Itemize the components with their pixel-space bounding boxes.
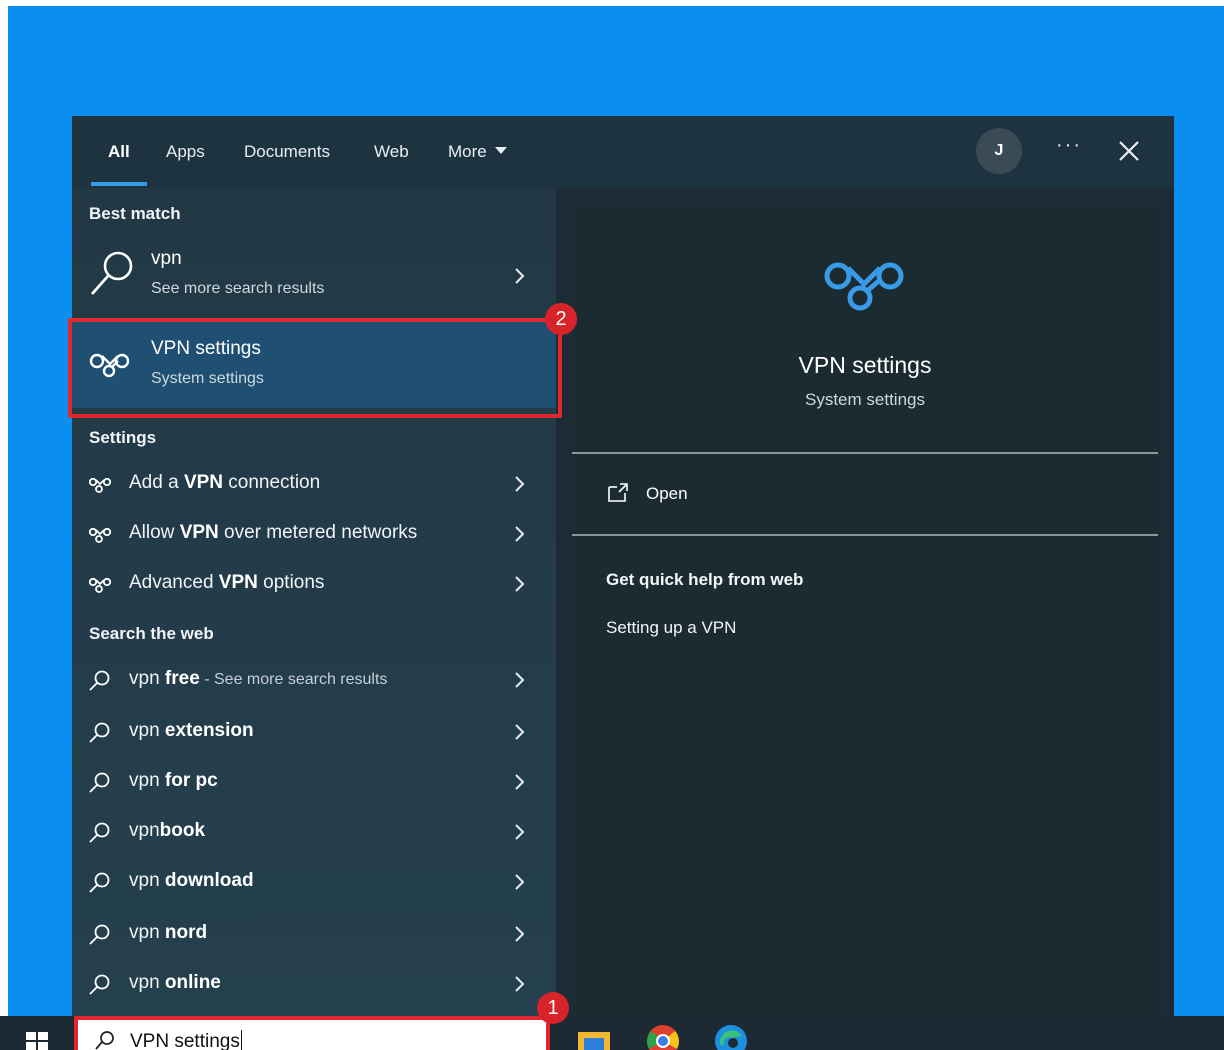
vpn-icon	[88, 577, 112, 593]
vpn-icon	[88, 527, 112, 543]
file-explorer-icon[interactable]	[578, 1028, 610, 1050]
text-cursor	[240, 1030, 242, 1050]
vpn-icon	[89, 353, 130, 378]
chevron-right-icon	[515, 476, 525, 492]
best-match-heading: Best match	[89, 204, 181, 223]
chevron-right-icon	[515, 774, 525, 790]
web-suggestion-item[interactable]: vpn free - See more search results	[72, 656, 556, 706]
web-suggestion-label: vpn free - See more search results	[129, 668, 388, 689]
web-suggestion-label: vpn download	[129, 870, 254, 891]
search-icon	[95, 1031, 114, 1050]
web-suggestion-label: vpn online	[129, 972, 221, 993]
result-title: vpn	[151, 248, 182, 269]
settings-item-allow-vpn-metered[interactable]: Allow VPN over metered networks	[72, 510, 556, 560]
active-tab-indicator	[91, 182, 147, 186]
settings-heading: Settings	[89, 428, 157, 447]
open-label: Open	[646, 484, 688, 503]
web-suggestion-item[interactable]: vpnbook	[72, 808, 556, 858]
settings-item-add-vpn[interactable]: Add a VPN connection	[72, 460, 556, 510]
preview-header: VPN settings System settings	[572, 206, 1158, 452]
annotation-badge-1: 1	[537, 992, 569, 1024]
best-match-web-result[interactable]: vpn See more search results	[72, 232, 556, 318]
tab-apps[interactable]: Apps	[166, 142, 205, 162]
caret-down-icon	[494, 147, 507, 154]
tab-more[interactable]: More	[448, 142, 507, 162]
chevron-right-icon	[515, 576, 525, 592]
web-suggestion-item[interactable]: vpn nord	[72, 910, 556, 960]
web-suggestion-label: vpn for pc	[129, 770, 218, 791]
taskbar-search-box[interactable]: VPN settings	[74, 1016, 550, 1050]
search-icon	[89, 974, 110, 995]
annotation-badge-2: 2	[545, 303, 577, 335]
settings-item-label: Advanced VPN options	[129, 572, 325, 593]
tab-all[interactable]: All	[108, 142, 130, 162]
web-suggestion-label: vpn nord	[129, 922, 208, 943]
result-subtitle: System settings	[151, 370, 264, 387]
chevron-right-icon	[515, 824, 525, 840]
search-input[interactable]: VPN settings	[130, 1030, 242, 1050]
chevron-right-icon	[515, 976, 525, 992]
web-suggestion-item[interactable]: vpn online	[72, 960, 556, 1010]
search-web-heading: Search the web	[89, 624, 214, 643]
help-link[interactable]: Setting up a VPN	[606, 618, 736, 638]
results-list: Best match vpn See more search results V…	[72, 188, 556, 1016]
web-suggestion-item[interactable]: vpn download	[72, 858, 556, 908]
help-heading: Get quick help from web	[606, 570, 804, 589]
preview-title: VPN settings	[798, 352, 932, 378]
settings-item-label: Add a VPN connection	[129, 472, 321, 493]
web-suggestion-item[interactable]: vpn for pc	[72, 758, 556, 808]
account-avatar[interactable]: J	[976, 128, 1022, 174]
search-icon	[89, 872, 110, 893]
divider	[572, 534, 1158, 536]
chevron-right-icon	[515, 268, 525, 284]
result-subtitle: See more search results	[151, 280, 325, 297]
search-icon	[89, 822, 110, 843]
tab-web[interactable]: Web	[374, 142, 409, 162]
settings-item-advanced-vpn[interactable]: Advanced VPN options	[72, 560, 556, 610]
chevron-right-icon	[515, 526, 525, 542]
settings-item-label: Allow VPN over metered networks	[129, 522, 418, 543]
search-icon	[90, 251, 133, 295]
divider	[572, 452, 1158, 454]
open-external-icon	[608, 483, 628, 502]
web-suggestion-label: vpn extension	[129, 720, 254, 741]
search-icon	[89, 722, 110, 743]
more-options-icon[interactable]: ···	[1056, 134, 1082, 157]
web-suggestion-item[interactable]: vpn extension	[72, 708, 556, 758]
search-icon	[89, 772, 110, 793]
preview-pane: VPN settings System settings Open Get qu…	[572, 206, 1158, 1016]
vpn-icon	[824, 262, 904, 311]
windows-start-icon[interactable]	[26, 1032, 48, 1050]
best-match-vpn-settings[interactable]: VPN settings System settings	[72, 322, 556, 408]
close-icon[interactable]	[1118, 140, 1140, 162]
vpn-icon	[88, 477, 112, 493]
edge-icon[interactable]	[714, 1024, 748, 1050]
chevron-right-icon	[515, 926, 525, 942]
chevron-right-icon	[515, 672, 525, 688]
chevron-right-icon	[515, 874, 525, 890]
chevron-right-icon	[515, 724, 525, 740]
web-suggestion-label: vpnbook	[129, 820, 206, 841]
result-title: VPN settings	[151, 338, 261, 359]
search-icon	[89, 670, 110, 691]
search-icon	[89, 924, 110, 945]
chrome-icon[interactable]	[646, 1024, 680, 1050]
tab-more-label: More	[448, 142, 487, 161]
search-panel: All Apps Documents Web More J ··· Best m…	[72, 116, 1174, 1016]
preview-subtitle: System settings	[805, 390, 925, 409]
tab-documents[interactable]: Documents	[244, 142, 330, 162]
search-tab-bar: All Apps Documents Web More J ···	[72, 116, 1174, 188]
